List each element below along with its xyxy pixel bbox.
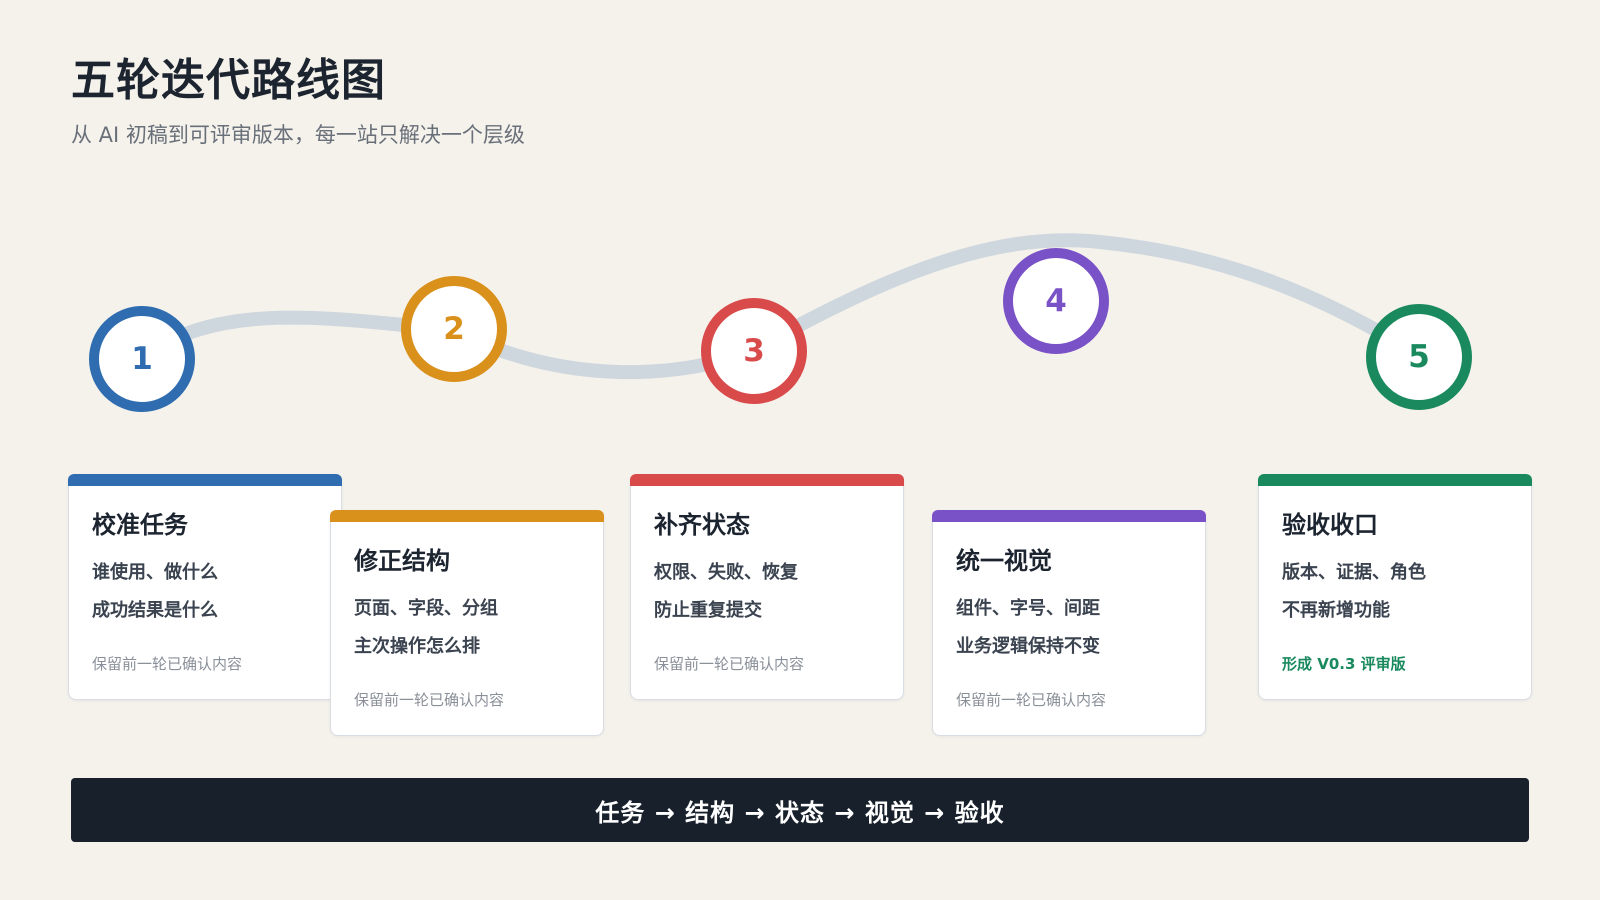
stage-card-2: 修正结构 页面、字段、分组 主次操作怎么排 保留前一轮已确认内容 bbox=[330, 510, 604, 736]
card-accent-bar bbox=[330, 510, 604, 522]
card-note: 保留前一轮已确认内容 bbox=[654, 655, 805, 673]
stage-number: 2 bbox=[443, 311, 465, 347]
card-line: 防止重复提交 bbox=[654, 600, 762, 621]
stage-node-2: 2 bbox=[401, 276, 507, 382]
card-line: 成功结果是什么 bbox=[92, 600, 218, 621]
card-title: 校准任务 bbox=[92, 511, 188, 539]
card-note: 形成 V0.3 评审版 bbox=[1282, 655, 1406, 673]
stage-card-1: 校准任务 谁使用、做什么 成功结果是什么 保留前一轮已确认内容 bbox=[68, 474, 342, 700]
card-title: 统一视觉 bbox=[956, 547, 1052, 575]
card-line: 组件、字号、间距 bbox=[956, 598, 1100, 619]
card-line: 不再新增功能 bbox=[1282, 600, 1390, 621]
card-line: 权限、失败、恢复 bbox=[654, 562, 798, 583]
stage-node-1: 1 bbox=[89, 306, 195, 412]
card-note: 保留前一轮已确认内容 bbox=[354, 691, 505, 709]
card-title: 补齐状态 bbox=[654, 511, 750, 539]
stage-card-5: 验收收口 版本、证据、角色 不再新增功能 形成 V0.3 评审版 bbox=[1258, 474, 1532, 700]
card-note: 保留前一轮已确认内容 bbox=[92, 655, 243, 673]
card-line: 主次操作怎么排 bbox=[354, 636, 480, 657]
card-line: 版本、证据、角色 bbox=[1282, 562, 1426, 583]
card-line: 业务逻辑保持不变 bbox=[956, 636, 1100, 657]
card-accent-bar bbox=[932, 510, 1206, 522]
stage-node-5: 5 bbox=[1366, 304, 1472, 410]
card-line: 页面、字段、分组 bbox=[354, 598, 498, 619]
stage-node-3: 3 bbox=[701, 298, 807, 404]
stage-number: 1 bbox=[131, 341, 153, 377]
stage-number: 4 bbox=[1045, 283, 1067, 319]
roadmap-slide: 五轮迭代路线图 从 AI 初稿到可评审版本，每一站只解决一个层级 1 2 3 4… bbox=[0, 0, 1600, 900]
card-accent-bar bbox=[630, 474, 904, 486]
stage-number: 3 bbox=[743, 333, 765, 369]
card-accent-bar bbox=[68, 474, 342, 486]
card-note: 保留前一轮已确认内容 bbox=[956, 691, 1107, 709]
stage-node-4: 4 bbox=[1003, 248, 1109, 354]
card-line: 谁使用、做什么 bbox=[92, 562, 218, 583]
stage-card-4: 统一视觉 组件、字号、间距 业务逻辑保持不变 保留前一轮已确认内容 bbox=[932, 510, 1206, 736]
card-title: 验收收口 bbox=[1282, 511, 1378, 539]
card-title: 修正结构 bbox=[354, 547, 450, 575]
roadmap-path bbox=[134, 233, 1427, 380]
flow-summary-text: 任务 → 结构 → 状态 → 视觉 → 验收 bbox=[595, 798, 1005, 827]
stage-number: 5 bbox=[1408, 339, 1430, 375]
card-accent-bar bbox=[1258, 474, 1532, 486]
stage-card-3: 补齐状态 权限、失败、恢复 防止重复提交 保留前一轮已确认内容 bbox=[630, 474, 904, 700]
flow-summary-bar: 任务 → 结构 → 状态 → 视觉 → 验收 bbox=[71, 778, 1529, 842]
